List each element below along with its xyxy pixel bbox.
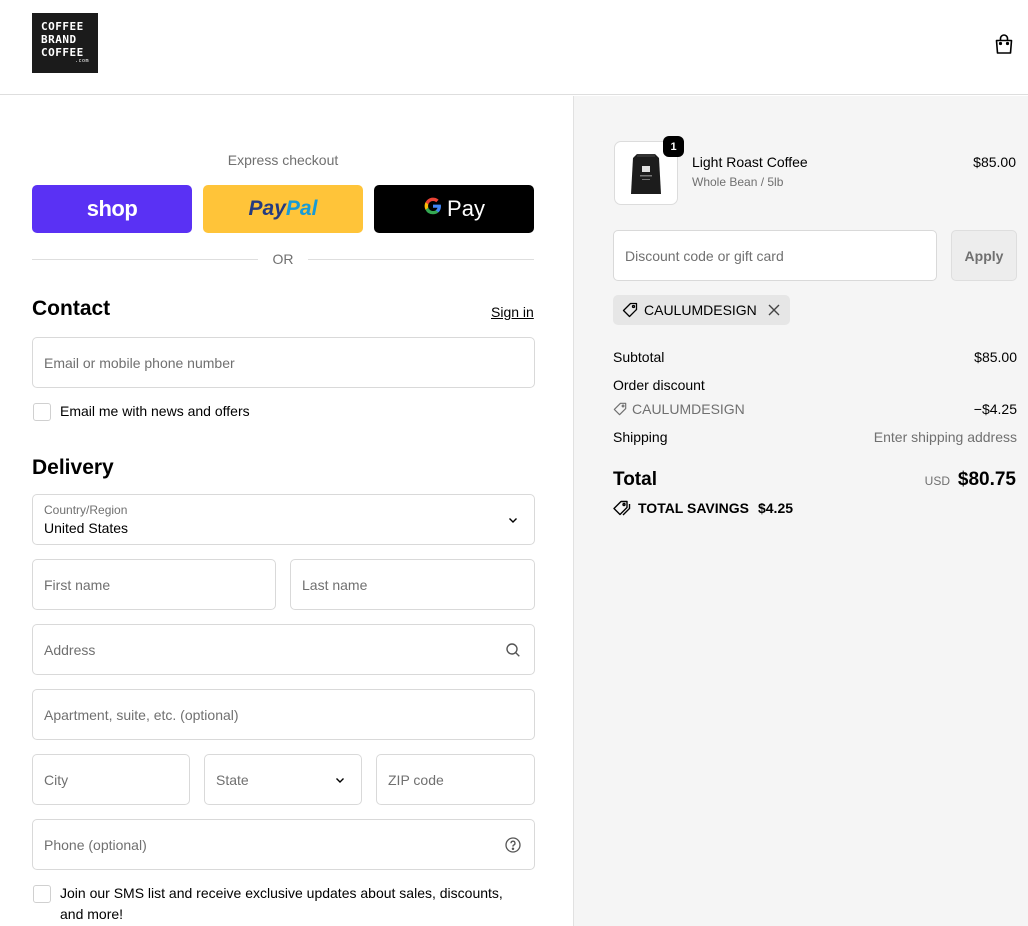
sign-in-link[interactable]: Sign in xyxy=(491,304,534,320)
chevron-down-icon xyxy=(336,778,344,783)
sms-checkbox[interactable] xyxy=(33,885,51,903)
first-name-placeholder: First name xyxy=(44,576,111,593)
total-label: Total xyxy=(613,469,657,490)
discount-amount: −$4.25 xyxy=(973,401,1017,417)
zip-field[interactable]: ZIP code xyxy=(376,754,535,805)
news-checkbox-label: Email me with news and offers xyxy=(60,403,250,419)
email-placeholder: Email or mobile phone number xyxy=(44,354,235,371)
tag-icon xyxy=(622,302,638,318)
shipping-label: Shipping xyxy=(613,429,668,445)
search-icon xyxy=(506,643,520,657)
chevron-down-icon xyxy=(509,518,517,523)
news-checkbox[interactable] xyxy=(33,403,51,421)
apply-button[interactable]: Apply xyxy=(951,230,1017,281)
total-savings: TOTAL SAVINGS $4.25 xyxy=(613,500,793,516)
discount-code-row: CAULUMDESIGN −$4.25 xyxy=(613,401,1017,419)
cart-button[interactable] xyxy=(992,32,1016,56)
discount-code-text: CAULUMDESIGN xyxy=(632,401,745,417)
country-value: United States xyxy=(44,520,129,536)
order-discount-row: Order discount xyxy=(613,377,1017,393)
shopping-bag-icon xyxy=(995,34,1013,54)
shop-pay-button[interactable]: shop xyxy=(32,185,192,233)
delivery-heading: Delivery xyxy=(32,456,114,479)
paypal-button[interactable]: Pay Pal xyxy=(203,185,363,233)
shipping-row: Shipping Enter shipping address xyxy=(613,429,1017,445)
logo-line-3: COFFEE xyxy=(41,46,84,59)
product-variant: Whole Bean / 5lb xyxy=(692,175,784,189)
email-field[interactable]: Email or mobile phone number xyxy=(32,337,535,388)
logo-suffix: .com xyxy=(75,58,90,64)
paypal-label-pal: Pal xyxy=(285,197,318,220)
tags-icon xyxy=(613,500,631,516)
order-summary: 1 Light Roast Coffee Whole Bean / 5lb $8… xyxy=(573,96,1028,926)
logo-line-1: COFFEE xyxy=(41,20,84,33)
discount-code-line: CAULUMDESIGN xyxy=(613,401,745,417)
shop-pay-label: shop xyxy=(86,196,138,221)
apartment-placeholder: Apartment, suite, etc. (optional) xyxy=(44,706,239,723)
last-name-placeholder: Last name xyxy=(302,576,368,593)
header: COFFEE BRAND COFFEE .com xyxy=(0,0,1028,95)
total-value: $80.75 xyxy=(957,469,1016,490)
address-field[interactable]: Address xyxy=(32,624,535,675)
zip-placeholder: ZIP code xyxy=(388,771,444,788)
order-discount-label: Order discount xyxy=(613,377,705,393)
brand-logo[interactable]: COFFEE BRAND COFFEE .com xyxy=(32,13,98,73)
paypal-label-pay: Pay xyxy=(248,197,286,220)
logo-line-2: BRAND xyxy=(41,33,77,46)
express-checkout-title: Express checkout xyxy=(227,152,339,168)
last-name-field[interactable]: Last name xyxy=(290,559,535,610)
discount-code-input[interactable]: Discount code or gift card xyxy=(613,230,937,281)
google-pay-label: Pay xyxy=(447,196,485,221)
phone-field[interactable]: Phone (optional) xyxy=(32,819,535,870)
apartment-field[interactable]: Apartment, suite, etc. (optional) xyxy=(32,689,535,740)
contact-heading: Contact xyxy=(32,297,111,320)
google-g-icon xyxy=(423,195,443,223)
help-circle-icon[interactable] xyxy=(504,836,522,854)
savings-label: TOTAL SAVINGS xyxy=(638,500,749,516)
checkout-form: Express checkout shop Pay Pal Pay OR Cont… xyxy=(0,96,573,926)
city-placeholder: City xyxy=(44,771,69,788)
shipping-value: Enter shipping address xyxy=(873,429,1017,445)
applied-discount-code: CAULUMDESIGN xyxy=(644,302,757,318)
quantity-badge: 1 xyxy=(663,136,684,157)
product-name: Light Roast Coffee xyxy=(692,154,808,170)
remove-discount-icon[interactable] xyxy=(767,303,781,317)
subtotal-value: $85.00 xyxy=(974,349,1017,365)
phone-placeholder: Phone (optional) xyxy=(44,836,147,853)
savings-value: $4.25 xyxy=(757,500,794,516)
first-name-field[interactable]: First name xyxy=(32,559,276,610)
address-placeholder: Address xyxy=(44,641,96,658)
country-label: Country/Region xyxy=(44,503,128,517)
or-label: OR xyxy=(258,251,308,267)
city-field[interactable]: City xyxy=(32,754,190,805)
subtotal-row: Subtotal $85.00 xyxy=(613,349,1017,365)
product-price: $85.00 xyxy=(973,154,1016,170)
state-placeholder: State xyxy=(216,771,249,788)
discount-placeholder: Discount code or gift card xyxy=(625,247,784,264)
subtotal-label: Subtotal xyxy=(613,349,665,365)
applied-discount-chip: CAULUMDESIGN xyxy=(613,295,790,325)
total-currency: USD xyxy=(924,474,950,488)
tag-icon xyxy=(613,402,627,416)
google-pay-button[interactable]: Pay xyxy=(374,185,534,233)
sms-checkbox-label: Join our SMS list and receive exclusive … xyxy=(60,885,503,922)
country-select[interactable]: Country/Region United States xyxy=(32,494,535,545)
state-select[interactable]: State xyxy=(204,754,362,805)
